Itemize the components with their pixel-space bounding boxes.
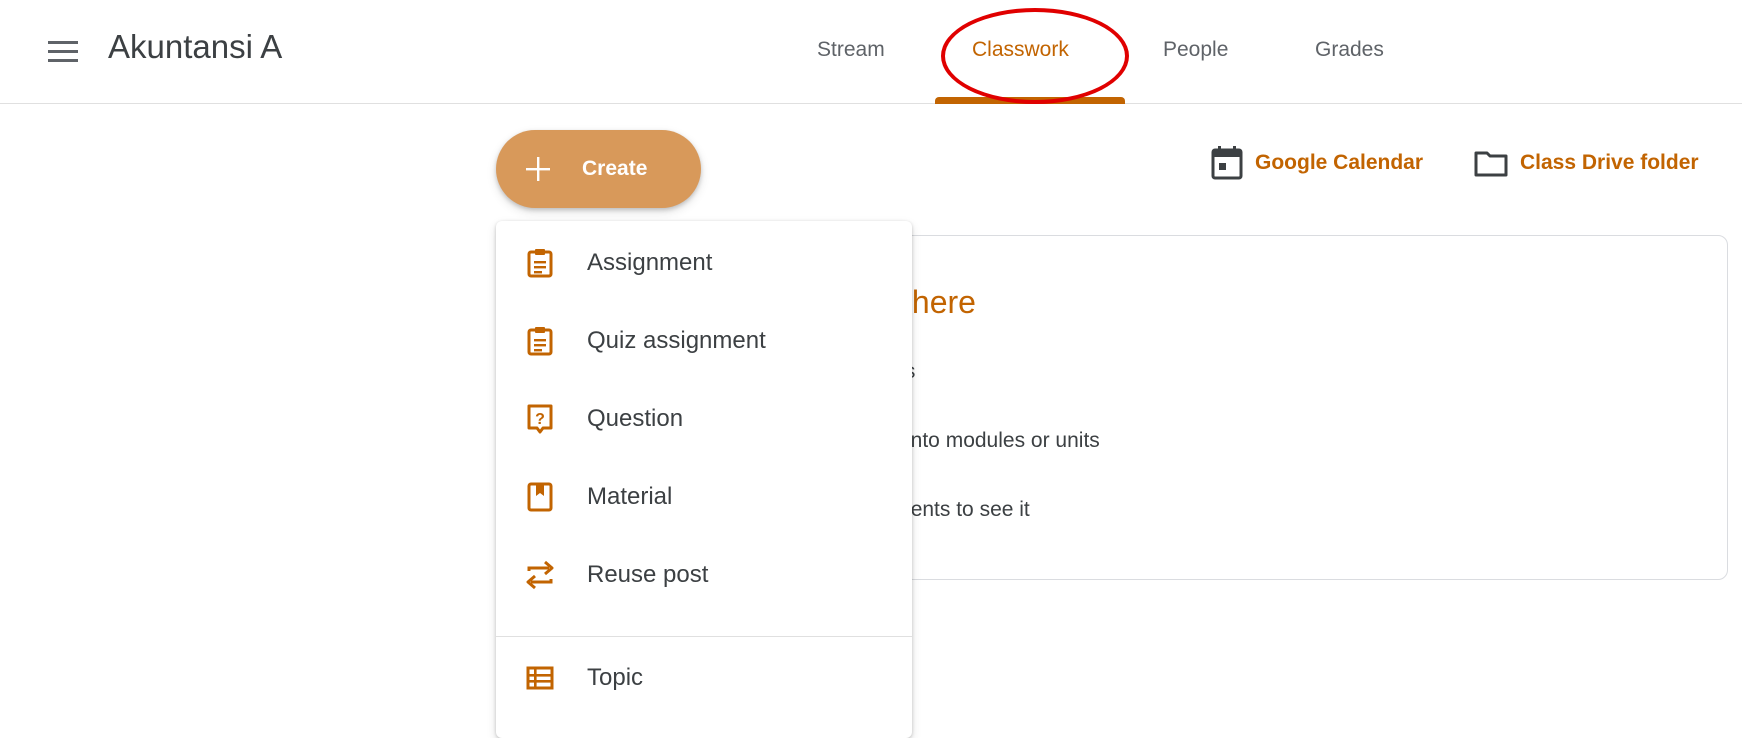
create-menu: Assignment Quiz assignment ? Question Ma… — [496, 221, 912, 738]
material-icon — [524, 481, 556, 513]
assignment-icon — [524, 247, 556, 279]
google-calendar-label: Google Calendar — [1255, 151, 1424, 174]
question-icon: ? — [524, 403, 556, 435]
class-title[interactable]: Akuntansi A — [108, 28, 282, 66]
menu-item-question[interactable]: ? Question — [496, 380, 912, 458]
hamburger-menu-icon[interactable] — [46, 36, 80, 68]
menu-item-label: Topic — [587, 664, 644, 691]
class-drive-folder-link[interactable]: Class Drive folder — [1474, 146, 1699, 180]
tab-people[interactable]: People — [1163, 38, 1228, 62]
reuse-icon — [524, 559, 556, 591]
menu-divider — [496, 636, 912, 637]
class-drive-folder-label: Class Drive folder — [1520, 151, 1699, 174]
empty-classwork-card: ss here tions ork into modules or units … — [871, 235, 1728, 580]
tab-grades[interactable]: Grades — [1315, 38, 1384, 62]
menu-item-quiz-assignment[interactable]: Quiz assignment — [496, 302, 912, 380]
menu-item-material[interactable]: Material — [496, 458, 912, 536]
menu-item-assignment[interactable]: Assignment — [496, 224, 912, 302]
calendar-icon — [1211, 146, 1243, 180]
menu-item-label: Quiz assignment — [587, 327, 766, 354]
plus-icon — [526, 157, 550, 181]
app-header: Akuntansi A Stream Classwork People Grad… — [0, 0, 1742, 104]
menu-item-label: Question — [587, 405, 684, 432]
topic-icon — [524, 662, 556, 694]
tab-stream[interactable]: Stream — [817, 38, 885, 62]
folder-icon — [1474, 151, 1508, 177]
create-button[interactable]: Create — [496, 130, 701, 208]
menu-item-reuse-post[interactable]: Reuse post — [496, 536, 912, 614]
menu-item-label: Assignment — [587, 249, 713, 276]
active-tab-indicator — [935, 97, 1125, 104]
card-text: ss here tions ork into modules or units … — [861, 236, 1561, 579]
tab-classwork[interactable]: Classwork — [972, 38, 1069, 62]
svg-text:?: ? — [535, 411, 545, 428]
google-calendar-link[interactable]: Google Calendar — [1211, 146, 1423, 180]
create-button-label: Create — [582, 157, 648, 180]
menu-item-topic[interactable]: Topic — [496, 639, 912, 717]
quiz-assignment-icon — [524, 325, 556, 357]
menu-item-label: Material — [587, 483, 673, 510]
menu-item-label: Reuse post — [587, 561, 709, 588]
